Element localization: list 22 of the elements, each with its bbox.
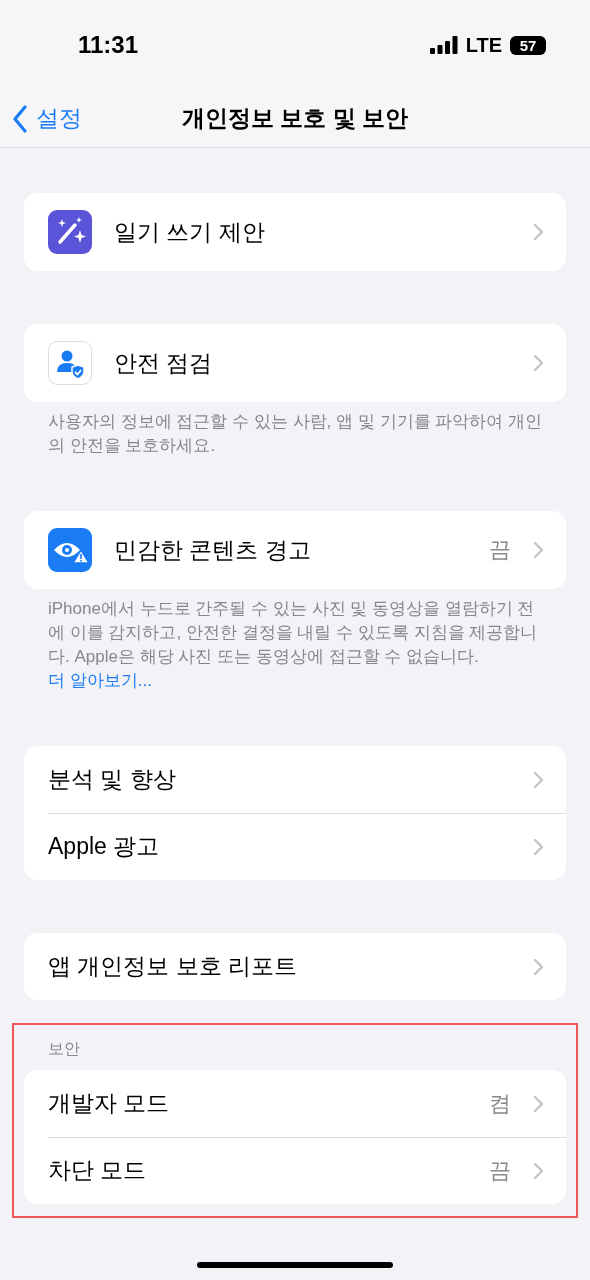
chevron-right-icon bbox=[533, 1161, 544, 1180]
battery-indicator: 57 bbox=[510, 35, 546, 55]
chevron-right-icon bbox=[533, 837, 544, 856]
chevron-right-icon bbox=[533, 957, 544, 976]
chevron-right-icon bbox=[533, 354, 544, 372]
learn-more-link[interactable]: 더 알아보기... bbox=[48, 671, 152, 690]
back-button[interactable]: 설정 bbox=[0, 103, 82, 134]
signal-icon bbox=[429, 36, 458, 54]
footer-text: iPhone에서 누드로 간주될 수 있는 사진 및 동영상을 열람하기 전에 이를 감지하고, 안전한 결정을 내릴 수 있도록 지침을 제공합니다. Apple은 해당 사진 또는 동영상에 접근할 수 없습니다. bbox=[48, 599, 538, 666]
chevron-right-icon bbox=[533, 1094, 544, 1113]
chevron-right-icon bbox=[533, 770, 544, 789]
network-label: LTE bbox=[465, 33, 502, 57]
page-title: 개인정보 보호 및 보안 bbox=[181, 105, 409, 131]
section-header: 보안 bbox=[48, 1040, 80, 1057]
chevron-right-icon bbox=[533, 223, 544, 241]
chevron-left-icon bbox=[12, 104, 28, 133]
chevron-right-icon bbox=[533, 541, 544, 559]
footer-text: 사용자의 정보에 접근할 수 있는 사람, 앱 및 기기를 파악하여 개인의 안전을 보호하세요. bbox=[48, 412, 542, 455]
status-time: 11:31 bbox=[78, 31, 139, 59]
person-shield-icon bbox=[48, 341, 92, 385]
eye-warning-icon bbox=[48, 528, 92, 572]
magic-wand-icon bbox=[48, 210, 92, 254]
